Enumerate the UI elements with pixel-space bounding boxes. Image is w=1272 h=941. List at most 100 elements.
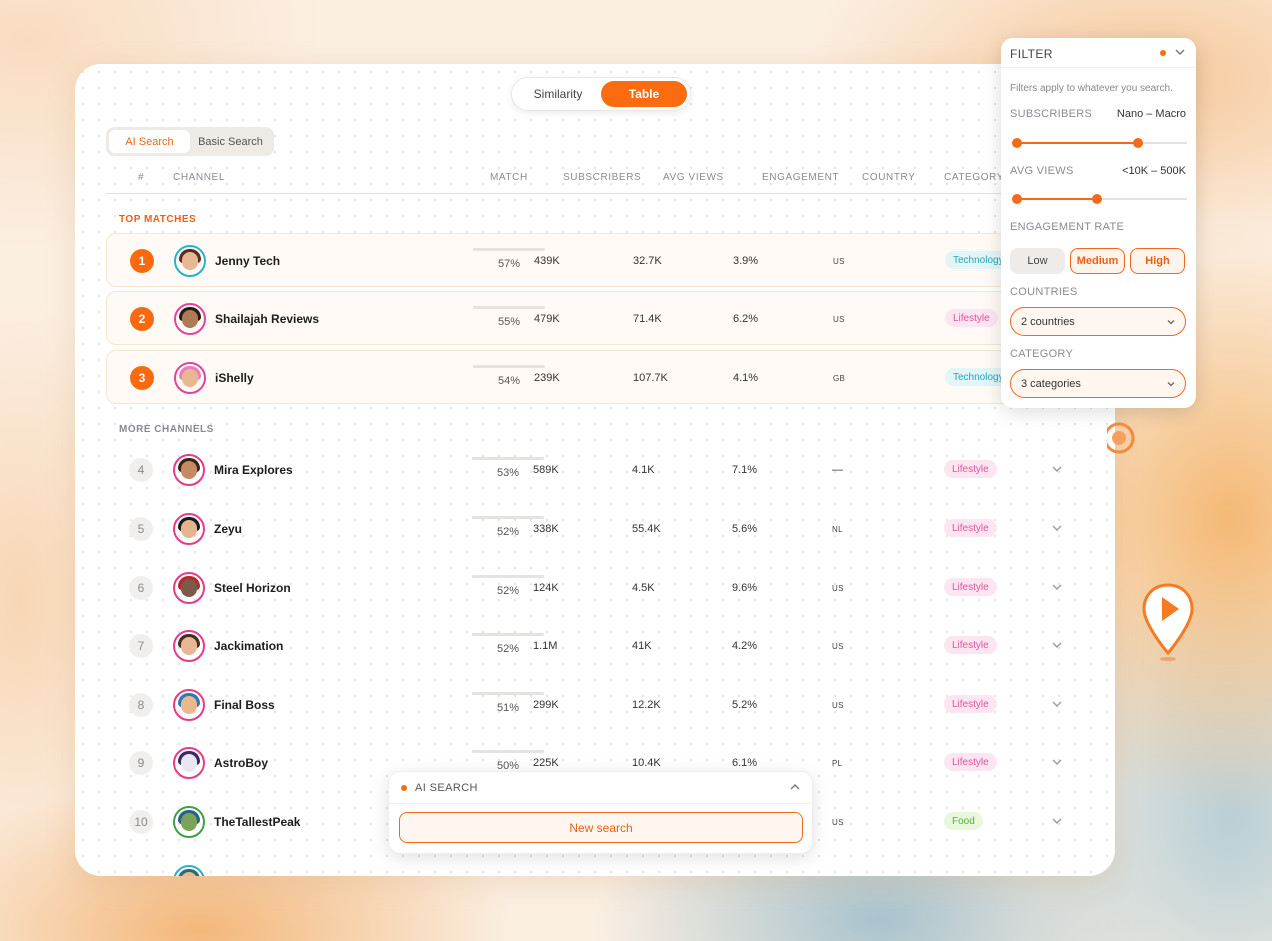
channel-name[interactable]: TheTallestPeak — [214, 815, 300, 829]
table-row[interactable] — [106, 854, 1106, 876]
country-code: US — [833, 257, 845, 266]
rank-badge: 4 — [129, 458, 153, 482]
chevron-down-icon[interactable] — [1049, 520, 1065, 536]
new-search-button[interactable]: New search — [399, 812, 803, 843]
subscribers-filter-value: Nano – Macro — [1116, 108, 1186, 120]
avatar[interactable] — [173, 513, 205, 545]
engagement-value: 5.6% — [732, 523, 758, 535]
table-header: # CHANNEL MATCH SUBSCRIBERS AVG VIEWS EN… — [105, 168, 1115, 194]
ai-search-tab[interactable]: AI Search — [109, 130, 190, 153]
view-similarity-option[interactable]: Similarity — [515, 81, 601, 107]
chevron-down-icon[interactable] — [1049, 461, 1065, 477]
avg-views-value: 41K — [632, 640, 652, 652]
table-row[interactable]: 5 Zeyu 52% 338K 55.4K 5.6% NL Lifestyle — [106, 502, 1106, 556]
engagement-medium-button[interactable]: Medium — [1070, 248, 1125, 274]
rank-badge: 7 — [129, 634, 153, 658]
engagement-value: 6.1% — [732, 757, 758, 769]
header-channel[interactable]: CHANNEL — [173, 172, 225, 183]
slider-max-handle[interactable] — [1091, 194, 1102, 204]
country-code: US — [832, 818, 844, 827]
avatar[interactable] — [173, 747, 205, 779]
avg-views-filter-value: <10K – 500K — [1122, 165, 1186, 177]
avatar[interactable] — [173, 689, 205, 721]
table-row[interactable]: 3 iShelly 54% 239K 107.7K 4.1% GB Techno… — [106, 350, 1106, 404]
engagement-value: 4.1% — [733, 372, 759, 384]
avatar[interactable] — [173, 630, 205, 662]
engagement-high-button[interactable]: High — [1130, 248, 1185, 274]
avg-views-filter-label: AVG VIEWS — [1010, 165, 1074, 177]
channel-name[interactable]: Zeyu — [214, 522, 242, 536]
header-country[interactable]: COUNTRY — [862, 172, 915, 183]
filter-panel: FILTER Filters apply to whatever you sea… — [1001, 38, 1196, 408]
table-row[interactable]: 1 Jenny Tech 57% 439K 32.7K 3.9% US Tech… — [106, 233, 1106, 287]
chevron-down-icon[interactable] — [1049, 813, 1065, 829]
category-badge: Lifestyle — [945, 309, 998, 327]
country-code: US — [833, 315, 845, 324]
table-row[interactable]: 6 Steel Horizon 52% 124K 4.5K 9.6% US Li… — [106, 561, 1106, 615]
category-badge: Lifestyle — [944, 695, 997, 713]
slider-max-handle[interactable] — [1132, 138, 1143, 148]
avg-views-value: 71.4K — [633, 313, 662, 325]
table-row[interactable]: 8 Final Boss 51% 299K 12.2K 5.2% US Life… — [106, 678, 1106, 732]
header-rank[interactable]: # — [138, 172, 144, 183]
category-badge: Lifestyle — [944, 753, 997, 771]
category-badge: Food — [944, 812, 983, 830]
chevron-down-icon[interactable] — [1049, 754, 1065, 770]
map-marker-ring-icon — [1107, 422, 1135, 454]
channel-name[interactable]: Steel Horizon — [214, 581, 291, 595]
play-pin-icon — [1142, 583, 1194, 661]
rank-badge: 5 — [129, 517, 153, 541]
rank-badge: 10 — [129, 810, 153, 834]
channel-name[interactable]: AstroBoy — [214, 756, 268, 770]
avg-views-value: 4.5K — [632, 582, 655, 594]
channel-name[interactable]: iShelly — [215, 371, 254, 385]
category-badge: Lifestyle — [944, 636, 997, 654]
header-engagement[interactable]: ENGAGEMENT — [762, 172, 839, 183]
table-row[interactable]: 4 Mira Explores 53% 589K 4.1K 7.1% — Lif… — [106, 443, 1106, 497]
channel-name[interactable]: Mira Explores — [214, 463, 293, 477]
channel-name[interactable]: Jackimation — [214, 639, 283, 653]
view-table-option[interactable]: Table — [601, 81, 687, 107]
avatar[interactable] — [173, 865, 205, 876]
engagement-value: 6.2% — [733, 313, 759, 325]
channel-name[interactable]: Final Boss — [214, 698, 275, 712]
header-subscribers[interactable]: SUBSCRIBERS — [563, 172, 641, 183]
header-category[interactable]: CATEGORY — [944, 172, 1004, 183]
subscribers-filter-label: SUBSCRIBERS — [1010, 108, 1093, 120]
more-channels-label: MORE CHANNELS — [119, 424, 214, 435]
category-select[interactable]: 3 categories — [1010, 369, 1186, 398]
header-avg-views[interactable]: AVG VIEWS — [663, 172, 724, 183]
subscribers-range-slider[interactable] — [1012, 138, 1187, 148]
chevron-down-icon[interactable] — [1049, 579, 1065, 595]
engagement-low-button[interactable]: Low — [1010, 248, 1065, 274]
filter-header[interactable]: FILTER — [1001, 38, 1196, 68]
engagement-value: 5.2% — [732, 699, 758, 711]
category-filter-label: CATEGORY — [1010, 348, 1074, 360]
chevron-down-icon[interactable] — [1049, 696, 1065, 712]
avatar[interactable] — [174, 362, 206, 394]
table-row[interactable]: 2 Shailajah Reviews 55% 479K 71.4K 6.2% … — [106, 291, 1106, 345]
category-select-value: 3 categories — [1021, 377, 1081, 390]
basic-search-tab[interactable]: Basic Search — [190, 130, 271, 153]
avg-views-range-slider[interactable] — [1012, 194, 1187, 204]
avg-views-value: 4.1K — [632, 464, 655, 476]
header-match[interactable]: MATCH — [490, 172, 528, 183]
chevron-up-icon[interactable] — [788, 780, 802, 794]
channel-name[interactable]: Jenny Tech — [215, 254, 280, 268]
avatar[interactable] — [174, 245, 206, 277]
ai-search-panel-header[interactable]: AI SEARCH — [389, 772, 812, 804]
avatar[interactable] — [173, 454, 205, 486]
avatar[interactable] — [174, 303, 206, 335]
chevron-down-icon[interactable] — [1049, 637, 1065, 653]
avatar[interactable] — [173, 806, 205, 838]
chevron-down-icon[interactable] — [1173, 45, 1187, 59]
slider-min-handle[interactable] — [1012, 138, 1022, 148]
avg-views-value: 12.2K — [632, 699, 661, 711]
results-card: Similarity Table AI Search Basic Search … — [75, 64, 1115, 876]
avatar[interactable] — [173, 572, 205, 604]
channel-name[interactable]: Shailajah Reviews — [215, 312, 319, 326]
slider-min-handle[interactable] — [1012, 194, 1022, 204]
subscribers-value: 589K — [533, 464, 559, 476]
table-row[interactable]: 7 Jackimation 52% 1.1M 41K 4.2% US Lifes… — [106, 619, 1106, 673]
countries-select[interactable]: 2 countries — [1010, 307, 1186, 336]
